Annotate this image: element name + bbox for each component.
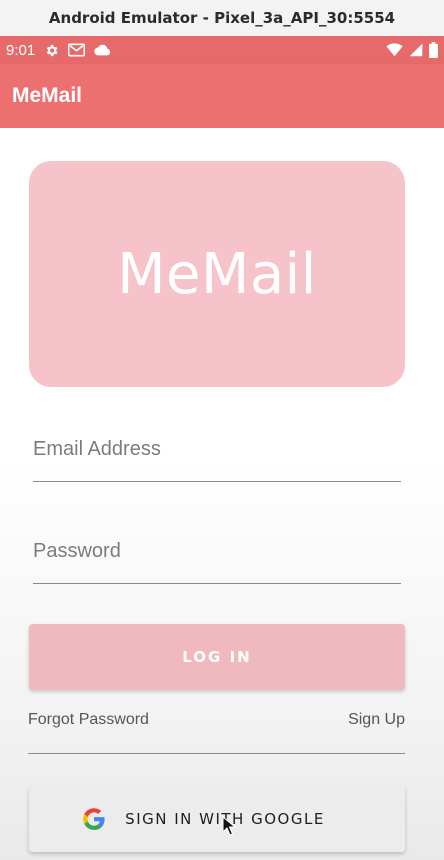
gear-icon <box>44 43 59 58</box>
divider <box>28 753 405 754</box>
emulator-window-title: Android Emulator - Pixel_3a_API_30:5554 <box>0 0 444 36</box>
status-time: 9:01 <box>6 41 36 59</box>
logo-card: MeMail <box>29 161 405 387</box>
sign-up-link[interactable]: Sign Up <box>348 711 405 729</box>
google-sign-in-button[interactable]: SIGN IN WITH GOOGLE <box>29 786 405 852</box>
login-screen: MeMail LOG IN Forgot Password Sign Up SI… <box>0 128 444 860</box>
cell-signal-icon <box>409 43 423 57</box>
status-right <box>386 42 438 58</box>
wifi-icon <box>386 43 403 57</box>
mouse-cursor-icon <box>222 815 237 836</box>
battery-icon <box>429 42 438 58</box>
status-left: 9:01 <box>6 42 111 59</box>
login-button[interactable]: LOG IN <box>29 624 405 690</box>
forgot-password-link[interactable]: Forgot Password <box>28 711 149 729</box>
email-field[interactable] <box>33 426 401 482</box>
google-icon <box>83 808 105 830</box>
app-bar: MeMail <box>0 64 444 128</box>
app-bar-title: MeMail <box>12 84 83 107</box>
logo-text: MeMail <box>117 241 317 307</box>
cloud-icon <box>94 44 111 56</box>
password-field[interactable] <box>33 528 401 584</box>
status-bar: 9:01 <box>0 36 444 64</box>
gmail-icon <box>68 43 86 57</box>
